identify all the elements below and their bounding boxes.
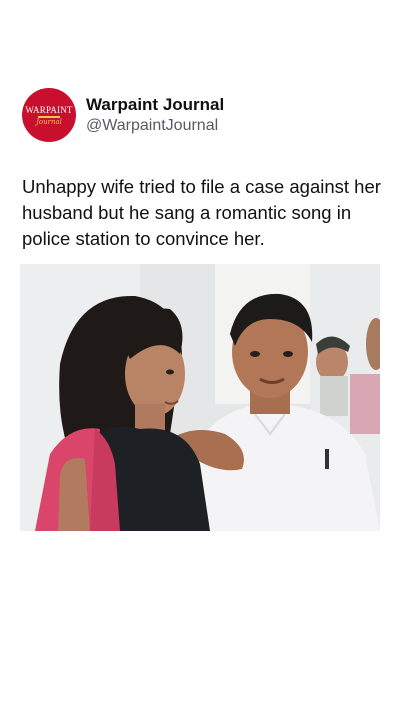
post-text: Unhappy wife tried to file a case agains… xyxy=(22,176,381,249)
author-names: Warpaint Journal @WarpaintJournal xyxy=(86,94,224,136)
author-handle[interactable]: @WarpaintJournal xyxy=(86,115,224,136)
avatar-logo-subtext: Journal xyxy=(36,118,62,126)
post-header: WARPAINT Journal Warpaint Journal @Warpa… xyxy=(22,88,224,142)
author-display-name[interactable]: Warpaint Journal xyxy=(86,94,224,115)
video-frame-image xyxy=(20,264,380,531)
post-media[interactable] xyxy=(20,264,380,531)
avatar-logo-text: WARPAINT xyxy=(25,105,73,115)
avatar[interactable]: WARPAINT Journal xyxy=(22,88,76,142)
